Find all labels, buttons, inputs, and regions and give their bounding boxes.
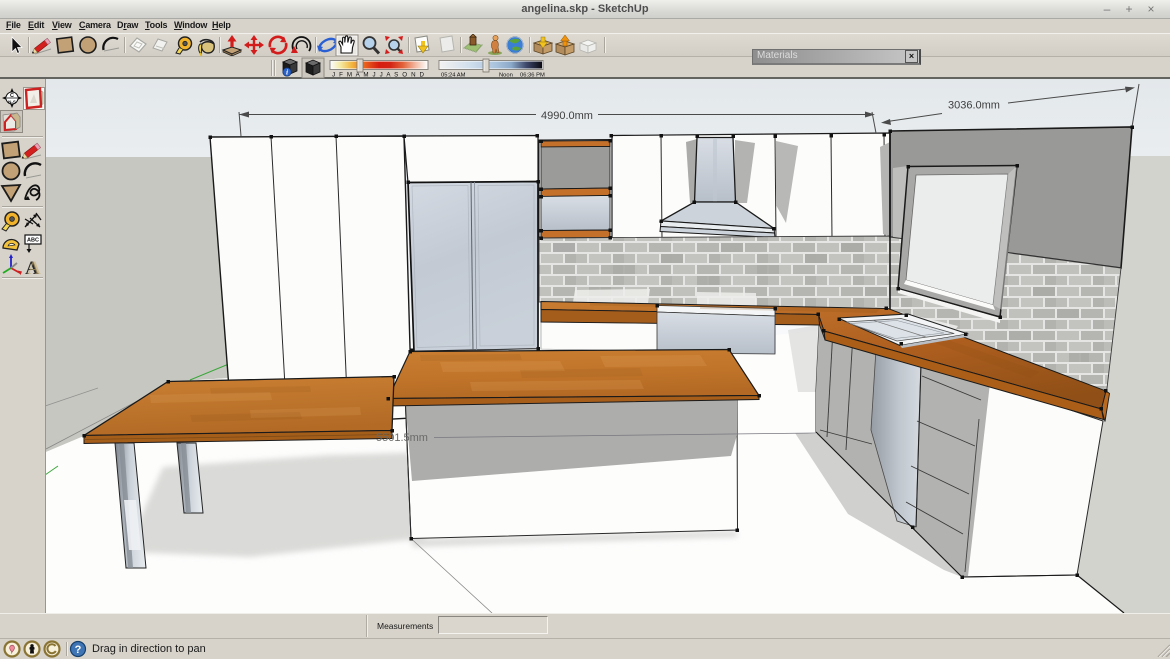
svg-text:N-S: N-S [8, 100, 16, 105]
svg-text:?: ? [75, 644, 82, 656]
svg-text:05:24 AM: 05:24 AM [441, 73, 466, 79]
svg-text:ABC: ABC [27, 238, 39, 244]
svg-text:3036.0mm: 3036.0mm [948, 100, 1000, 112]
svg-text:A: A [27, 258, 41, 279]
svg-text:4990.0mm: 4990.0mm [541, 110, 593, 122]
svg-text:Noon: Noon [499, 73, 513, 79]
svg-text:J F M A M J J A S O N D: J F M A M J J A S O N D [332, 72, 425, 79]
svg-text:06:36 PM: 06:36 PM [520, 73, 545, 79]
svg-text:5501.5mm: 5501.5mm [376, 432, 428, 444]
